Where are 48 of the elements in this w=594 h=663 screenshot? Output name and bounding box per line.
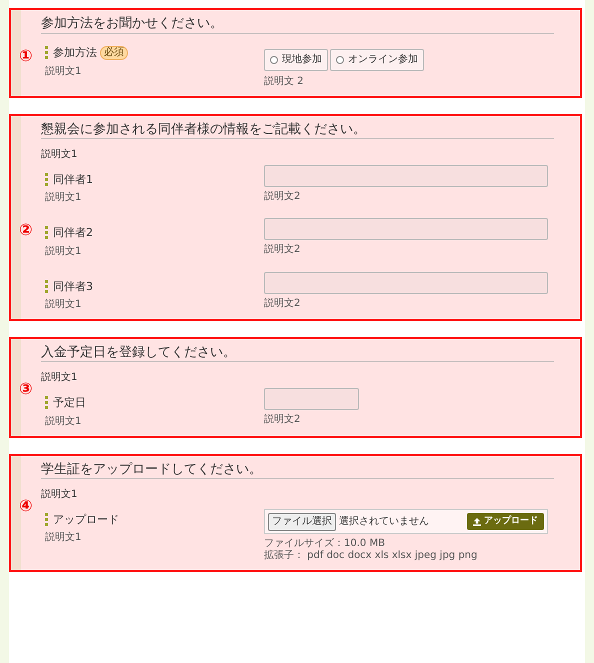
file-info-text: 拡張子： pdf doc docx xls xlsx jpeg jpg png xyxy=(264,550,478,562)
note-text: 説明文1 xyxy=(45,66,82,78)
field-label: アップロード xyxy=(53,513,119,526)
marker-icon xyxy=(45,226,48,240)
section-number: ③ xyxy=(19,378,33,398)
section-heading: 懇親会に参加される同伴者様の情報をご記載ください。 xyxy=(41,122,554,140)
note-text: 説明文1 xyxy=(45,246,82,258)
marker-icon xyxy=(45,173,48,186)
description-text: 説明文1 xyxy=(41,489,78,502)
help-text: 説明文 2 xyxy=(264,76,305,88)
description-text: 説明文1 xyxy=(41,372,78,384)
section-number: ② xyxy=(19,220,33,239)
field-label: 同伴者3 xyxy=(53,280,93,293)
marker-icon xyxy=(45,280,48,293)
date-field[interactable] xyxy=(264,388,359,410)
upload-button[interactable]: アップロード xyxy=(467,513,544,530)
input-field[interactable] xyxy=(264,272,548,294)
field-label: 予定日 xyxy=(53,396,86,410)
file-select-button[interactable]: ファイル選択 xyxy=(268,512,336,531)
help-text: 説明文2 xyxy=(264,244,302,256)
note-text: 説明文1 xyxy=(45,298,82,311)
upload-icon xyxy=(473,518,481,526)
file-info-text: ファイルサイズ：10.0 MB xyxy=(264,538,386,550)
field-label: 同伴者1 xyxy=(53,173,93,186)
field-label: 参加方法 xyxy=(53,46,97,60)
field-label: 同伴者2 xyxy=(53,226,93,240)
required-badge: 必須 xyxy=(100,46,128,60)
note-text: 説明文1 xyxy=(45,532,82,544)
marker-icon xyxy=(45,396,48,410)
file-status-text: 選択されていません xyxy=(339,516,430,528)
input-field[interactable] xyxy=(264,218,548,240)
description-text: 説明文1 xyxy=(41,149,78,162)
help-text: 説明文2 xyxy=(264,298,302,310)
file-field[interactable]: ファイル選択 選択されていません アップロード xyxy=(264,509,548,534)
note-text: 説明文1 xyxy=(45,416,82,428)
note-text: 説明文1 xyxy=(45,192,82,204)
marker-icon xyxy=(45,513,48,526)
section-heading: 学生証をアップロードしてください。 xyxy=(41,462,554,480)
help-text: 説明文2 xyxy=(264,191,302,204)
input-field[interactable] xyxy=(264,165,548,188)
radio-option[interactable]: 現地参加 xyxy=(264,48,328,71)
marker-icon xyxy=(45,46,48,60)
section-heading: 参加方法をお聞かせください。 xyxy=(41,16,554,34)
help-text: 説明文2 xyxy=(264,414,302,426)
section-heading: 入金予定日を登録してください。 xyxy=(41,344,554,362)
section-number: ① xyxy=(19,46,33,66)
section-number: ④ xyxy=(19,496,33,515)
radio-option[interactable]: オンライン参加 xyxy=(330,48,424,71)
